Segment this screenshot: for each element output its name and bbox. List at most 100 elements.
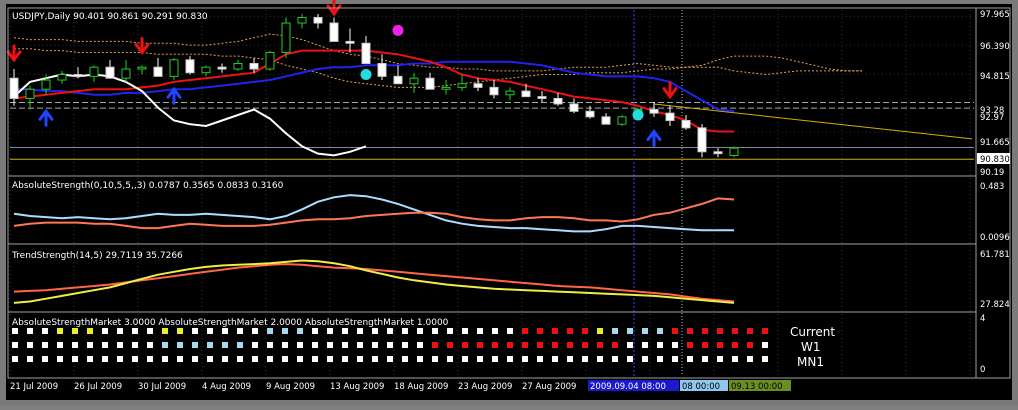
- candle-body: [473, 83, 483, 88]
- price-label: 91.665: [980, 138, 1010, 148]
- main-header: USDJPY,Daily 90.401 90.861 90.291 90.830: [12, 12, 208, 22]
- market-square: [117, 356, 123, 362]
- market-square: [762, 328, 768, 334]
- market-square: [507, 356, 513, 362]
- candle-body: [521, 90, 531, 98]
- market-square: [477, 328, 483, 334]
- market-square: [42, 342, 48, 348]
- abs-label: 0.0096: [980, 233, 1010, 243]
- market-square: [612, 356, 618, 362]
- market-square: [552, 356, 558, 362]
- market-square: [312, 356, 318, 362]
- market-square: [732, 356, 738, 362]
- market-square: [57, 328, 63, 334]
- market-square: [642, 356, 648, 362]
- market-square: [312, 328, 318, 334]
- candle-body: [713, 151, 723, 155]
- candle-body: [537, 96, 547, 99]
- market-square: [207, 342, 213, 348]
- market-square: [597, 356, 603, 362]
- market-square: [702, 342, 708, 348]
- market-square: [582, 342, 588, 348]
- price-label: 97.965: [980, 10, 1010, 20]
- market-square: [492, 342, 498, 348]
- market-square: [582, 356, 588, 362]
- market-square: [672, 356, 678, 362]
- market-square: [267, 328, 273, 334]
- market-square: [732, 342, 738, 348]
- trend-label: 27.824: [980, 300, 1010, 310]
- market-square: [237, 342, 243, 348]
- market-square: [177, 356, 183, 362]
- market-square: [717, 356, 723, 362]
- candle-body: [73, 74, 83, 77]
- trend-label: 61.781: [980, 250, 1010, 260]
- market-square: [327, 356, 333, 362]
- market-square: [522, 356, 528, 362]
- market-square: [57, 356, 63, 362]
- market-square: [537, 356, 543, 362]
- market-square: [417, 342, 423, 348]
- candle-body: [137, 66, 147, 70]
- trend-header: TrendStrength(14,5) 29.7119 35.7266: [11, 251, 183, 261]
- market-square: [702, 356, 708, 362]
- market-square: [132, 328, 138, 334]
- date-label: 23 Aug 2009: [458, 382, 512, 392]
- market-square: [342, 328, 348, 334]
- market-square: [642, 328, 648, 334]
- market-square: [207, 356, 213, 362]
- candle-body: [313, 17, 323, 24]
- market-square: [12, 328, 18, 334]
- price-label: 90.19: [980, 168, 1004, 178]
- market-square: [147, 328, 153, 334]
- market-square: [762, 342, 768, 348]
- candle-body: [105, 66, 115, 79]
- candle-body: [569, 103, 579, 112]
- market-square: [87, 342, 93, 348]
- current-price-label: 90.830: [980, 155, 1010, 165]
- market-square: [522, 342, 528, 348]
- market-square: [267, 342, 273, 348]
- date-label: 9 Aug 2009: [266, 382, 315, 392]
- candle-body: [393, 75, 403, 85]
- market-square: [342, 342, 348, 348]
- market-square: [192, 328, 198, 334]
- market-square: [657, 356, 663, 362]
- candle-body: [281, 22, 291, 53]
- market-square: [417, 328, 423, 334]
- candle-body: [729, 147, 739, 156]
- market-square: [162, 342, 168, 348]
- candle-body: [361, 42, 371, 64]
- market-square: [297, 356, 303, 362]
- market-square: [297, 342, 303, 348]
- market-square: [477, 356, 483, 362]
- candle-body: [505, 90, 515, 96]
- market-square: [117, 342, 123, 348]
- market-square: [27, 328, 33, 334]
- timeframe-label: W1: [801, 340, 821, 354]
- market-square: [432, 342, 438, 348]
- market-square: [252, 356, 258, 362]
- candle-body: [297, 17, 307, 24]
- candle-body: [185, 59, 195, 74]
- market-square: [297, 328, 303, 334]
- market-square: [27, 356, 33, 362]
- market-square: [357, 328, 363, 334]
- market-square: [72, 342, 78, 348]
- candle-body: [377, 62, 387, 77]
- market-square: [597, 328, 603, 334]
- market-square: [762, 356, 768, 362]
- market-square: [72, 356, 78, 362]
- signal-dot: [632, 109, 644, 121]
- date-axis: 21 Jul 2009 26 Jul 2009 30 Jul 2009 4 Au…: [10, 382, 576, 392]
- market-square: [207, 328, 213, 334]
- market-square: [117, 328, 123, 334]
- candle-body: [601, 116, 611, 125]
- market-square: [432, 356, 438, 362]
- market-label: 0: [980, 365, 985, 375]
- market-square: [177, 342, 183, 348]
- candle-body: [649, 108, 659, 114]
- market-square: [582, 328, 588, 334]
- market-square: [477, 342, 483, 348]
- market-square: [72, 328, 78, 334]
